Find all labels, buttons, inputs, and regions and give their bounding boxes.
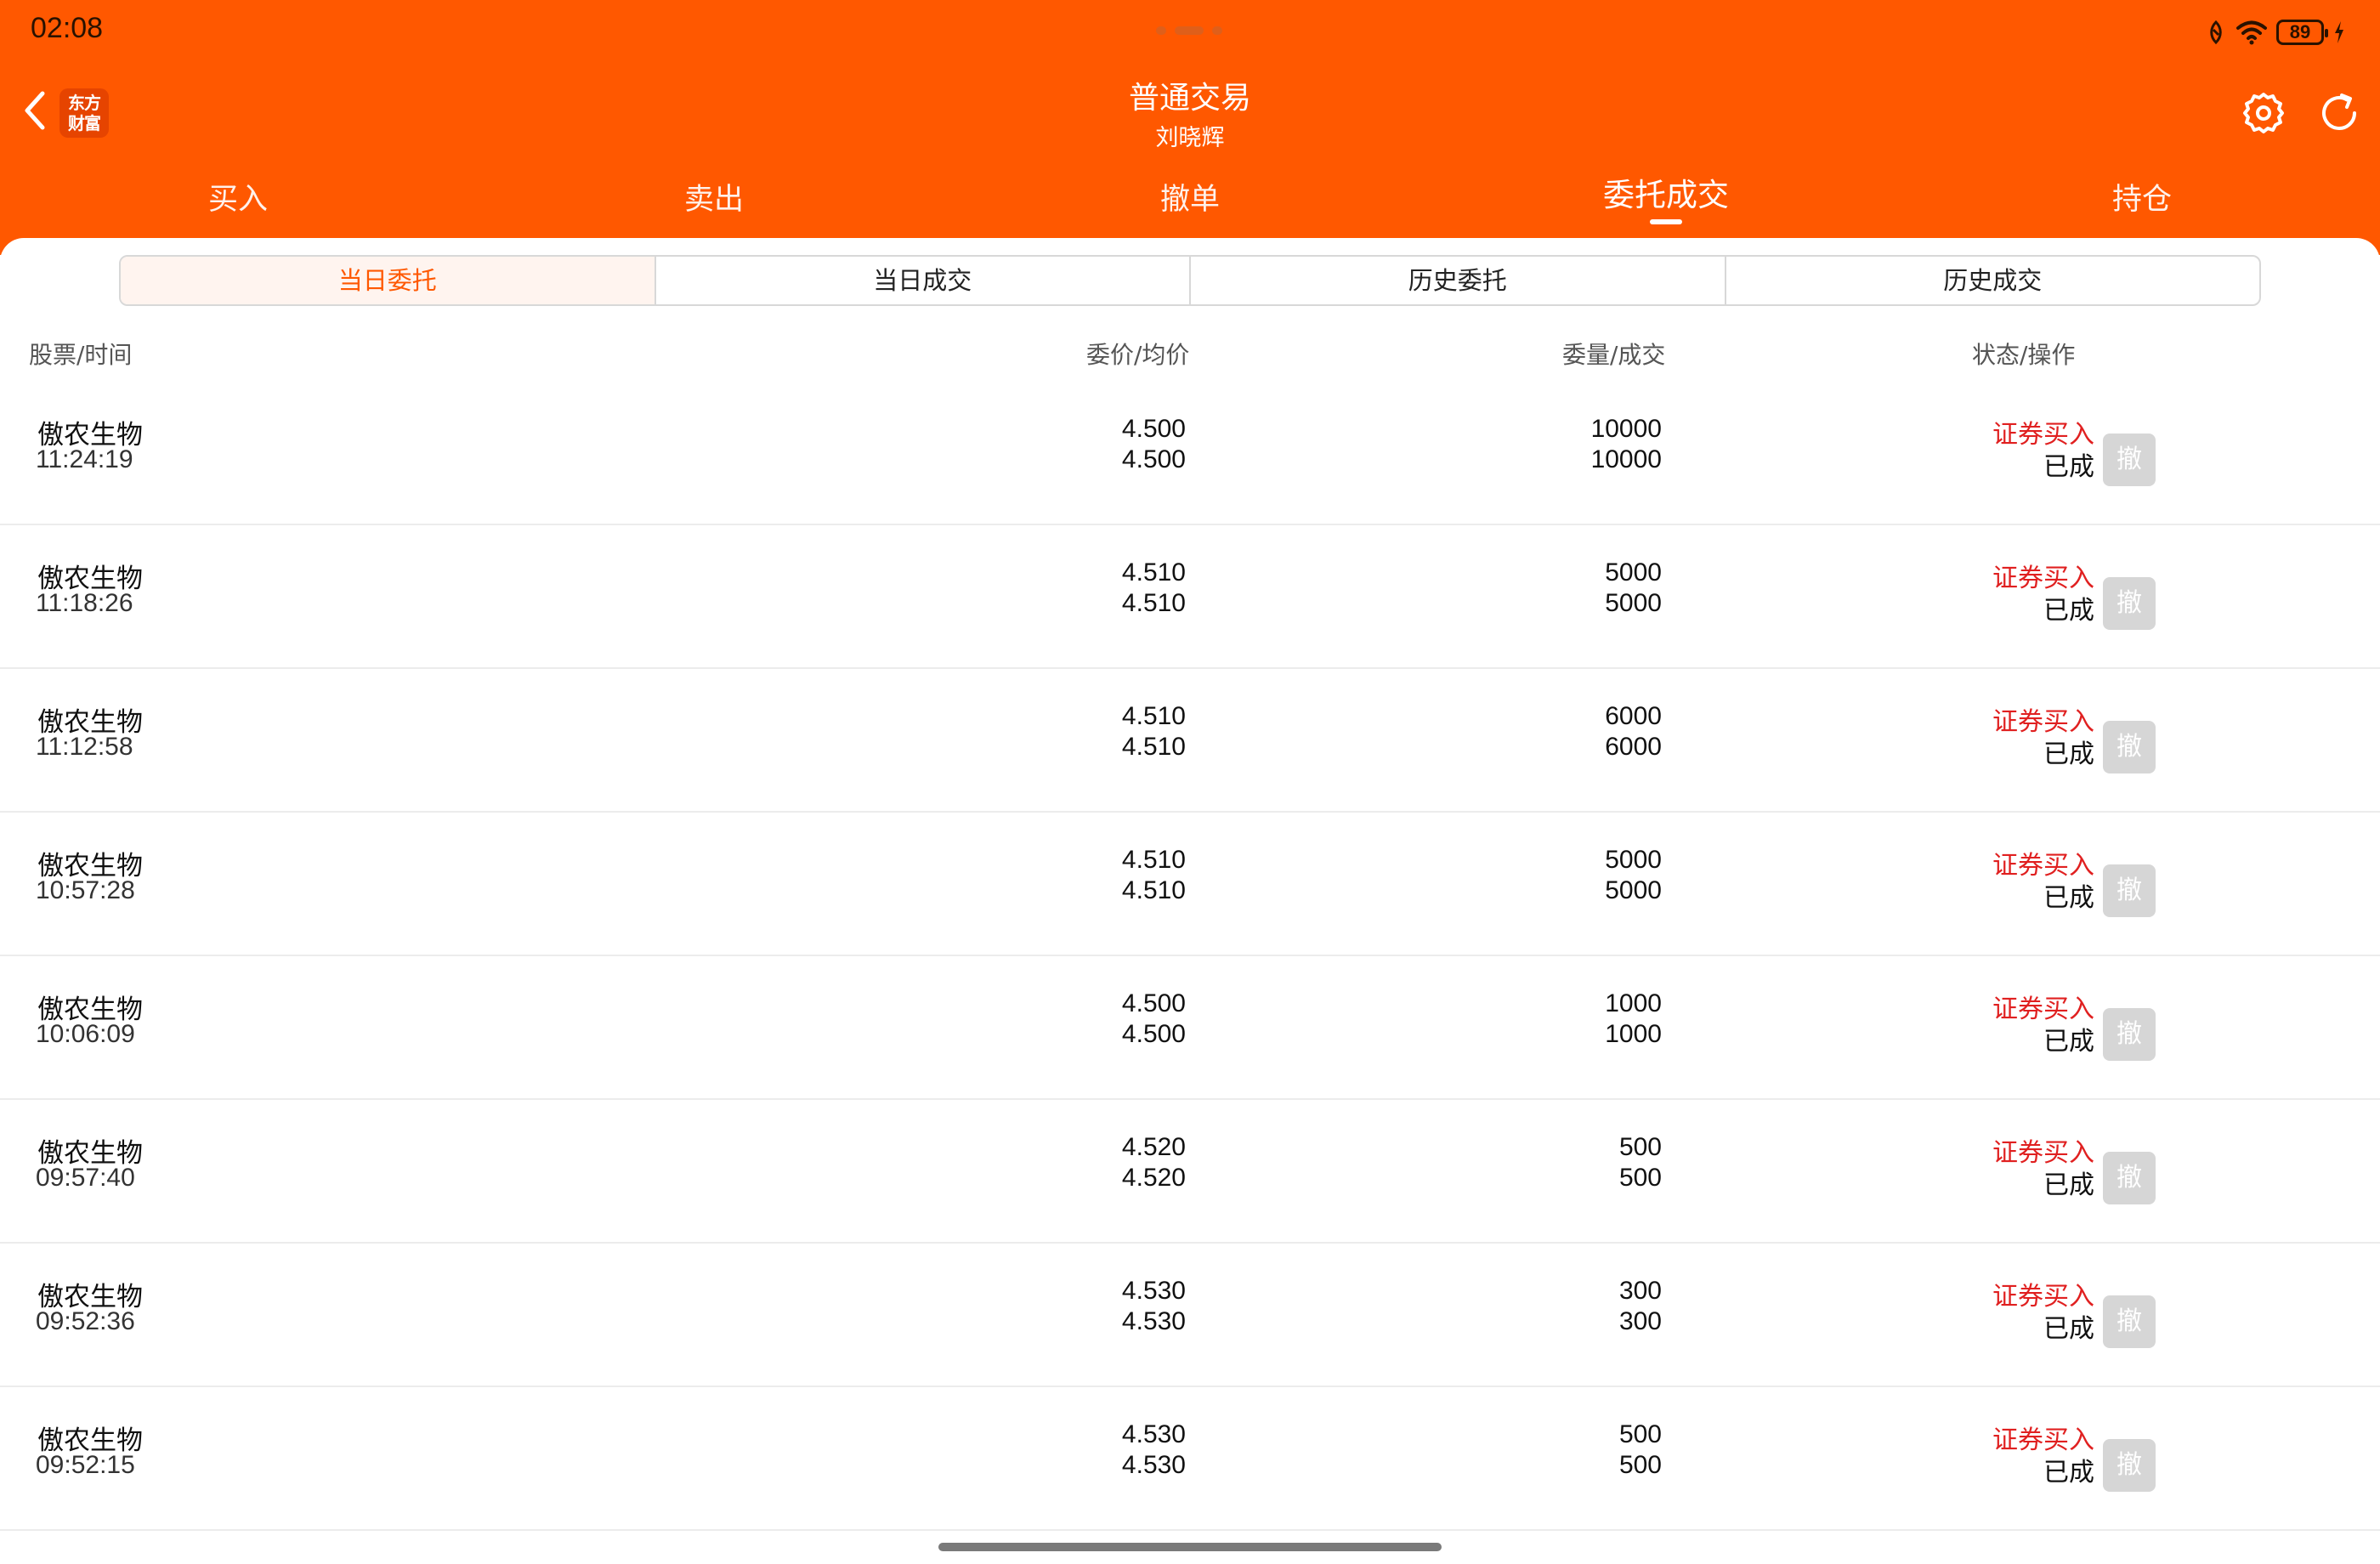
order-price: 4.500 xyxy=(1121,989,1186,1017)
table-row[interactable]: 傲农生物 11:12:58 4.510 4.510 6000 6000 证券买入… xyxy=(0,668,2380,813)
avg-price: 4.520 xyxy=(1121,1164,1186,1192)
order-time: 11:18:26 xyxy=(36,589,133,617)
wifi-icon xyxy=(2236,20,2267,45)
order-state: 已成 xyxy=(2043,883,2094,913)
account-name: 刘晓辉 xyxy=(1155,125,1225,151)
order-state: 已成 xyxy=(2043,452,2094,482)
filled-qty: 10000 xyxy=(1590,445,1662,473)
avg-price: 4.500 xyxy=(1121,1020,1186,1048)
tab-orders-trades[interactable]: 委托成交 xyxy=(1428,170,1904,224)
filled-qty: 1000 xyxy=(1605,1020,1662,1048)
avg-price: 4.510 xyxy=(1121,733,1186,761)
order-price: 4.510 xyxy=(1121,702,1186,730)
avg-price: 4.530 xyxy=(1121,1451,1186,1479)
order-price: 4.510 xyxy=(1121,846,1186,874)
nfc-icon xyxy=(2210,20,2222,45)
tab-positions[interactable]: 持仓 xyxy=(1904,170,2380,230)
main-tabs: 买入 卖出 撤单 委托成交 持仓 xyxy=(0,170,2380,238)
cancel-button[interactable]: 撤 xyxy=(2103,434,2156,486)
order-qty: 5000 xyxy=(1605,846,1662,874)
subtab-today-orders[interactable]: 当日委托 xyxy=(121,257,654,304)
content-panel: 当日委托 当日成交 历史委托 历史成交 股票/时间 委价/均价 委量/成交 状态… xyxy=(0,238,2380,1564)
order-time: 09:52:15 xyxy=(36,1451,135,1479)
cancel-button[interactable]: 撤 xyxy=(2103,1439,2156,1492)
filled-qty: 5000 xyxy=(1605,589,1662,617)
cancel-button[interactable]: 撤 xyxy=(2103,577,2156,630)
subtab-history-orders[interactable]: 历史委托 xyxy=(1189,257,1725,304)
order-price: 4.510 xyxy=(1121,558,1186,586)
column-header-stock-time[interactable]: 股票/时间 xyxy=(29,337,132,371)
status-icons: 89 xyxy=(2205,15,2346,49)
table-row[interactable]: 傲农生物 10:57:28 4.510 4.510 5000 5000 证券买入… xyxy=(0,812,2380,956)
table-row[interactable]: 傲农生物 11:24:19 4.500 4.500 10000 10000 证券… xyxy=(0,381,2380,525)
cancel-button[interactable]: 撤 xyxy=(2103,1152,2156,1204)
order-time: 09:57:40 xyxy=(36,1164,135,1192)
order-state: 已成 xyxy=(2043,1027,2094,1057)
order-time: 10:57:28 xyxy=(36,876,135,904)
avg-price: 4.510 xyxy=(1121,876,1186,904)
order-time: 09:52:36 xyxy=(36,1307,135,1335)
order-qty: 1000 xyxy=(1605,989,1662,1017)
order-qty: 500 xyxy=(1618,1133,1662,1161)
refresh-icon[interactable] xyxy=(2316,90,2362,136)
order-qty: 10000 xyxy=(1590,415,1662,443)
tab-buy[interactable]: 买入 xyxy=(0,170,476,230)
order-qty: 500 xyxy=(1618,1420,1662,1448)
tab-cancel-order[interactable]: 撤单 xyxy=(952,170,1428,230)
avg-price: 4.510 xyxy=(1121,589,1186,617)
subtab-today-trades[interactable]: 当日成交 xyxy=(654,257,1190,304)
table-row[interactable]: 傲农生物 11:18:26 4.510 4.510 5000 5000 证券买入… xyxy=(0,524,2380,669)
column-header-price[interactable]: 委价/均价 xyxy=(1086,337,1189,371)
order-price: 4.530 xyxy=(1121,1277,1186,1305)
filled-qty: 300 xyxy=(1618,1307,1662,1335)
column-header-qty[interactable]: 委量/成交 xyxy=(1562,337,1665,371)
table-row[interactable]: 傲农生物 09:52:15 4.530 4.530 500 500 证券买入 已… xyxy=(0,1386,2380,1531)
cancel-button[interactable]: 撤 xyxy=(2103,1008,2156,1061)
order-time: 11:12:58 xyxy=(36,733,133,761)
gear-icon[interactable] xyxy=(2241,90,2286,136)
order-qty: 6000 xyxy=(1605,702,1662,730)
cancel-button[interactable]: 撤 xyxy=(2103,721,2156,774)
multitask-dots[interactable] xyxy=(1156,26,1224,35)
avg-price: 4.500 xyxy=(1121,445,1186,473)
order-state: 已成 xyxy=(2043,1170,2094,1200)
subtab-history-trades[interactable]: 历史成交 xyxy=(1724,257,2260,304)
filled-qty: 6000 xyxy=(1605,733,1662,761)
home-indicator[interactable] xyxy=(938,1543,1442,1551)
cancel-button[interactable]: 撤 xyxy=(2103,1295,2156,1348)
app-header: 02:08 89 东方 财富 普通交易 刘晓辉 买入 卖出 撤单 委托成交 持仓 xyxy=(0,0,2380,255)
cancel-button[interactable]: 撤 xyxy=(2103,864,2156,917)
table-row[interactable]: 傲农生物 10:06:09 4.500 4.500 1000 1000 证券买入… xyxy=(0,955,2380,1100)
order-price: 4.530 xyxy=(1121,1420,1186,1448)
avg-price: 4.530 xyxy=(1121,1307,1186,1335)
table-row[interactable]: 傲农生物 09:52:36 4.530 4.530 300 300 证券买入 已… xyxy=(0,1243,2380,1387)
order-qty: 5000 xyxy=(1605,558,1662,586)
sub-tabs: 当日委托 当日成交 历史委托 历史成交 xyxy=(119,255,2261,306)
status-bar: 02:08 89 xyxy=(0,0,2380,60)
page-title: 普通交易 xyxy=(1128,81,1251,116)
charging-icon xyxy=(2335,21,2343,43)
order-state: 已成 xyxy=(2043,596,2094,626)
order-time: 11:24:19 xyxy=(36,445,133,473)
filled-qty: 5000 xyxy=(1605,876,1662,904)
tab-sell[interactable]: 卖出 xyxy=(476,170,952,230)
order-price: 4.500 xyxy=(1121,415,1186,443)
order-time: 10:06:09 xyxy=(36,1020,135,1048)
battery-icon: 89 xyxy=(2276,20,2328,45)
filled-qty: 500 xyxy=(1618,1164,1662,1192)
order-state: 已成 xyxy=(2043,1458,2094,1488)
order-qty: 300 xyxy=(1618,1277,1662,1305)
filled-qty: 500 xyxy=(1618,1451,1662,1479)
order-state: 已成 xyxy=(2043,740,2094,769)
table-row[interactable]: 傲农生物 09:57:40 4.520 4.520 500 500 证券买入 已… xyxy=(0,1099,2380,1244)
clock: 02:08 xyxy=(31,12,104,44)
column-header-status[interactable]: 状态/操作 xyxy=(1972,337,2075,371)
order-state: 已成 xyxy=(2043,1314,2094,1344)
order-price: 4.520 xyxy=(1121,1133,1186,1161)
